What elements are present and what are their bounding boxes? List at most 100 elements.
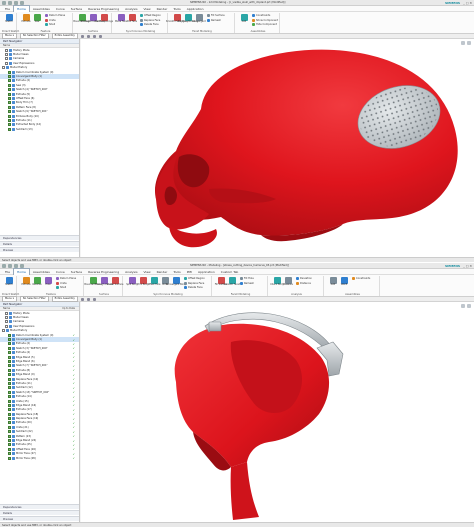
visibility-checkbox[interactable] [8, 377, 11, 381]
tab-view[interactable]: View [141, 269, 154, 275]
visibility-checkbox[interactable] [8, 425, 11, 429]
convergent-button[interactable]: Convergent [192, 14, 206, 24]
visibility-checkbox[interactable] [8, 452, 11, 456]
trim-body-button[interactable]: Trim Body [137, 277, 149, 287]
visibility-checkbox[interactable] [8, 123, 11, 127]
visibility-checkbox[interactable] [8, 83, 11, 87]
visibility-checkbox[interactable] [8, 421, 11, 425]
folder-toggle[interactable] [5, 53, 8, 57]
window-controls[interactable]: _ □ ✕ [463, 1, 472, 5]
visibility-checkbox[interactable] [8, 75, 11, 79]
visibility-checkbox[interactable] [8, 412, 11, 416]
visibility-checkbox[interactable] [8, 408, 11, 412]
tab-home[interactable]: Home [13, 268, 30, 275]
tab-tools[interactable]: Tools [170, 269, 183, 275]
fit-view-icon[interactable] [467, 304, 471, 308]
snap-icon[interactable] [80, 34, 84, 38]
pull-face-button[interactable]: Pull Face [127, 14, 137, 24]
hole-button[interactable]: Hole [43, 277, 53, 287]
check-body-button[interactable]: Check Body [270, 277, 284, 287]
tab-application[interactable]: Application [184, 6, 207, 12]
sketch-button[interactable]: Sketch [4, 277, 14, 287]
folder-toggle[interactable] [5, 61, 8, 65]
tab-tools[interactable]: Tools [170, 6, 183, 12]
convergent-body-button[interactable]: Convergent Body [166, 277, 186, 287]
visibility-checkbox[interactable] [8, 368, 11, 372]
remesh-button[interactable]: Remesh [207, 18, 221, 22]
tab-file[interactable]: File [2, 6, 13, 12]
name-column-header[interactable]: Name [3, 44, 10, 47]
shell-button[interactable]: Shell [56, 286, 66, 289]
details-pane[interactable]: Details [0, 510, 79, 515]
visibility-checkbox[interactable] [8, 351, 11, 355]
save-icon[interactable] [2, 1, 6, 5]
tab-curve[interactable]: Curve [53, 6, 68, 12]
visibility-checkbox[interactable] [8, 395, 11, 399]
preview-pane[interactable]: Preview [0, 247, 79, 252]
tab-surface[interactable]: Surface [68, 269, 85, 275]
snap-icon[interactable] [80, 297, 84, 301]
visibility-checkbox[interactable] [8, 399, 11, 403]
visibility-checkbox[interactable] [8, 439, 11, 443]
view-orientation-icon[interactable] [461, 41, 465, 45]
folder-toggle[interactable] [5, 48, 8, 52]
visibility-checkbox[interactable] [8, 338, 11, 342]
folder-toggle[interactable] [5, 57, 8, 61]
extrude-button[interactable]: Extrude [21, 277, 31, 287]
replace-face-button[interactable]: Replace Face [140, 18, 160, 22]
selection-scope-dropdown[interactable]: Entire Assembly [51, 33, 78, 39]
skull-model[interactable] [81, 39, 474, 257]
graphics-viewport[interactable] [81, 302, 474, 522]
visibility-checkbox[interactable] [8, 101, 11, 105]
studio-surface-button[interactable]: Studio Surface [107, 277, 123, 287]
folder-toggle[interactable] [5, 324, 8, 328]
dependencies-pane[interactable]: Dependencies [0, 504, 79, 509]
folder-toggle[interactable] [5, 311, 8, 315]
fit-view-icon[interactable] [467, 41, 471, 45]
tab-application[interactable]: Application [195, 269, 218, 275]
tab-home[interactable]: Home [13, 5, 30, 12]
humerus-model[interactable] [81, 302, 474, 522]
measure-button[interactable]: Measure [283, 277, 293, 287]
visibility-checkbox[interactable] [8, 364, 11, 368]
visibility-checkbox[interactable] [8, 346, 11, 350]
visibility-checkbox[interactable] [8, 417, 11, 421]
visibility-checkbox[interactable] [8, 403, 11, 407]
visibility-checkbox[interactable] [8, 70, 11, 74]
folder-toggle[interactable] [5, 316, 8, 320]
tab-analysis[interactable]: Analysis [122, 6, 140, 12]
visibility-checkbox[interactable] [8, 386, 11, 390]
unite-button[interactable]: Unite [56, 281, 67, 285]
tab-pmi[interactable]: PMI [184, 269, 195, 275]
distance-button[interactable]: Distance [296, 281, 311, 285]
tab-reverse-engineering[interactable]: Reverse Engineering [85, 6, 122, 12]
hide-component-button[interactable]: Hide Component [252, 23, 277, 26]
visibility-checkbox[interactable] [8, 430, 11, 434]
visibility-checkbox[interactable] [8, 333, 11, 337]
visibility-checkbox[interactable] [8, 88, 11, 92]
dependencies-pane[interactable]: Dependencies [0, 235, 79, 240]
visibility-checkbox[interactable] [8, 456, 11, 460]
tab-assemblies[interactable]: Assemblies [30, 6, 53, 12]
window-controls[interactable]: _ □ ✕ [463, 264, 472, 268]
snap-icon[interactable] [98, 34, 102, 38]
details-pane[interactable]: Details [0, 241, 79, 246]
remesh-button[interactable]: Remesh [240, 281, 254, 285]
tab-assemblies[interactable]: Assemblies [30, 269, 53, 275]
replace-face-button[interactable]: Replace Face [184, 281, 204, 285]
visibility-checkbox[interactable] [8, 355, 11, 359]
menu-button[interactable]: Menu ▾ [2, 33, 17, 39]
snap-icon[interactable] [92, 297, 96, 301]
show-component-button[interactable]: Show Component [252, 18, 278, 22]
sew-button[interactable]: Sew [32, 14, 42, 24]
visibility-checkbox[interactable] [8, 105, 11, 109]
visibility-checkbox[interactable] [8, 434, 11, 438]
tab-render[interactable]: Render [154, 269, 171, 275]
delete-face-button[interactable]: Delete Face [184, 286, 203, 289]
split-body-button[interactable]: Split Body [126, 277, 138, 287]
visibility-checkbox[interactable] [8, 118, 11, 122]
tab-surface[interactable]: Surface [68, 6, 85, 12]
fill-hole-button[interactable]: Fill Hole [240, 277, 254, 280]
visibility-checkbox[interactable] [8, 381, 11, 385]
visibility-checkbox[interactable] [8, 359, 11, 363]
